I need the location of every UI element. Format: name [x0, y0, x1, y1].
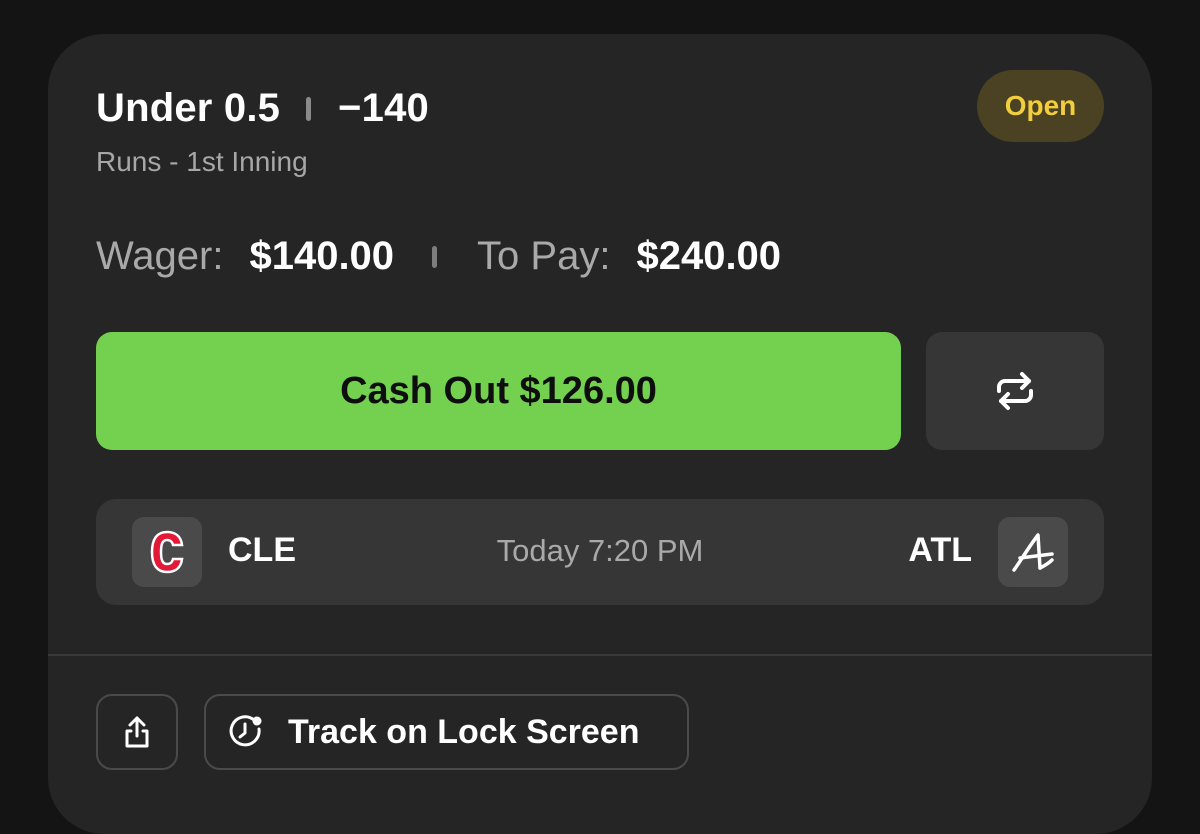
track-label: Track on Lock Screen	[288, 712, 640, 751]
bet-odds: −140	[338, 86, 429, 130]
wager-value: $140.00	[249, 234, 395, 278]
swap-button[interactable]	[926, 332, 1104, 450]
away-team-abbr: ATL	[908, 531, 972, 569]
separator	[306, 96, 312, 121]
separator	[432, 245, 438, 268]
track-on-lock-screen-button[interactable]: Track on Lock Screen	[204, 694, 689, 770]
wager-label: Wager:	[96, 234, 224, 278]
amounts-row: Wager: $140.00 To Pay: $240.00	[96, 234, 781, 279]
to-pay-value: $240.00	[636, 234, 782, 278]
bet-line: Under 0.5 −140	[96, 86, 429, 131]
market-label: Runs - 1st Inning	[96, 146, 308, 177]
divider	[48, 654, 1152, 656]
to-pay-label: To Pay:	[477, 234, 611, 278]
cash-out-button[interactable]: Cash Out $126.00	[96, 332, 901, 450]
lock-screen-clock-icon	[228, 713, 266, 751]
share-button[interactable]	[96, 694, 178, 770]
share-icon	[121, 715, 153, 749]
bet-selection: Under 0.5	[96, 86, 281, 130]
status-badge: Open	[977, 70, 1104, 142]
atl-team-logo	[998, 517, 1068, 587]
swap-arrows-icon	[993, 371, 1037, 411]
bet-card: Under 0.5 −140 Runs - 1st Inning Open Wa…	[48, 34, 1152, 834]
game-matchup[interactable]: CLE Today 7:20 PM ATL	[96, 499, 1104, 605]
